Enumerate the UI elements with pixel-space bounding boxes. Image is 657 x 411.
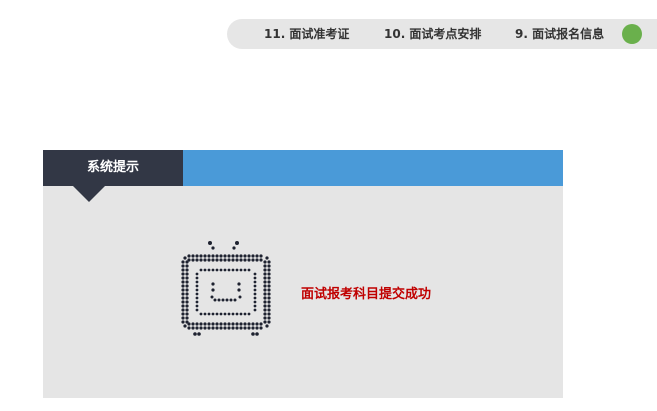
panel-header: 系统提示 [43, 150, 563, 186]
step-navigation: 11. 面试准考证 10. 面试考点安排 9. 面试报名信息 [227, 19, 657, 49]
tv-dotted-icon [181, 241, 271, 336]
active-step-indicator-icon [622, 24, 642, 44]
page: 11. 面试准考证 10. 面试考点安排 9. 面试报名信息 系统提示 面试报考… [0, 0, 657, 411]
system-notice-panel: 系统提示 面试报考科目提交成功 [43, 150, 563, 398]
step-item-exam-venue[interactable]: 10. 面试考点安排 [384, 19, 481, 49]
success-message: 面试报考科目提交成功 [301, 287, 432, 302]
panel-tab-title: 系统提示 [43, 150, 183, 186]
step-item-registration-info[interactable]: 9. 面试报名信息 [515, 19, 604, 49]
tab-pointer-arrow [73, 186, 105, 202]
step-item-admission-ticket[interactable]: 11. 面试准考证 [264, 19, 349, 49]
